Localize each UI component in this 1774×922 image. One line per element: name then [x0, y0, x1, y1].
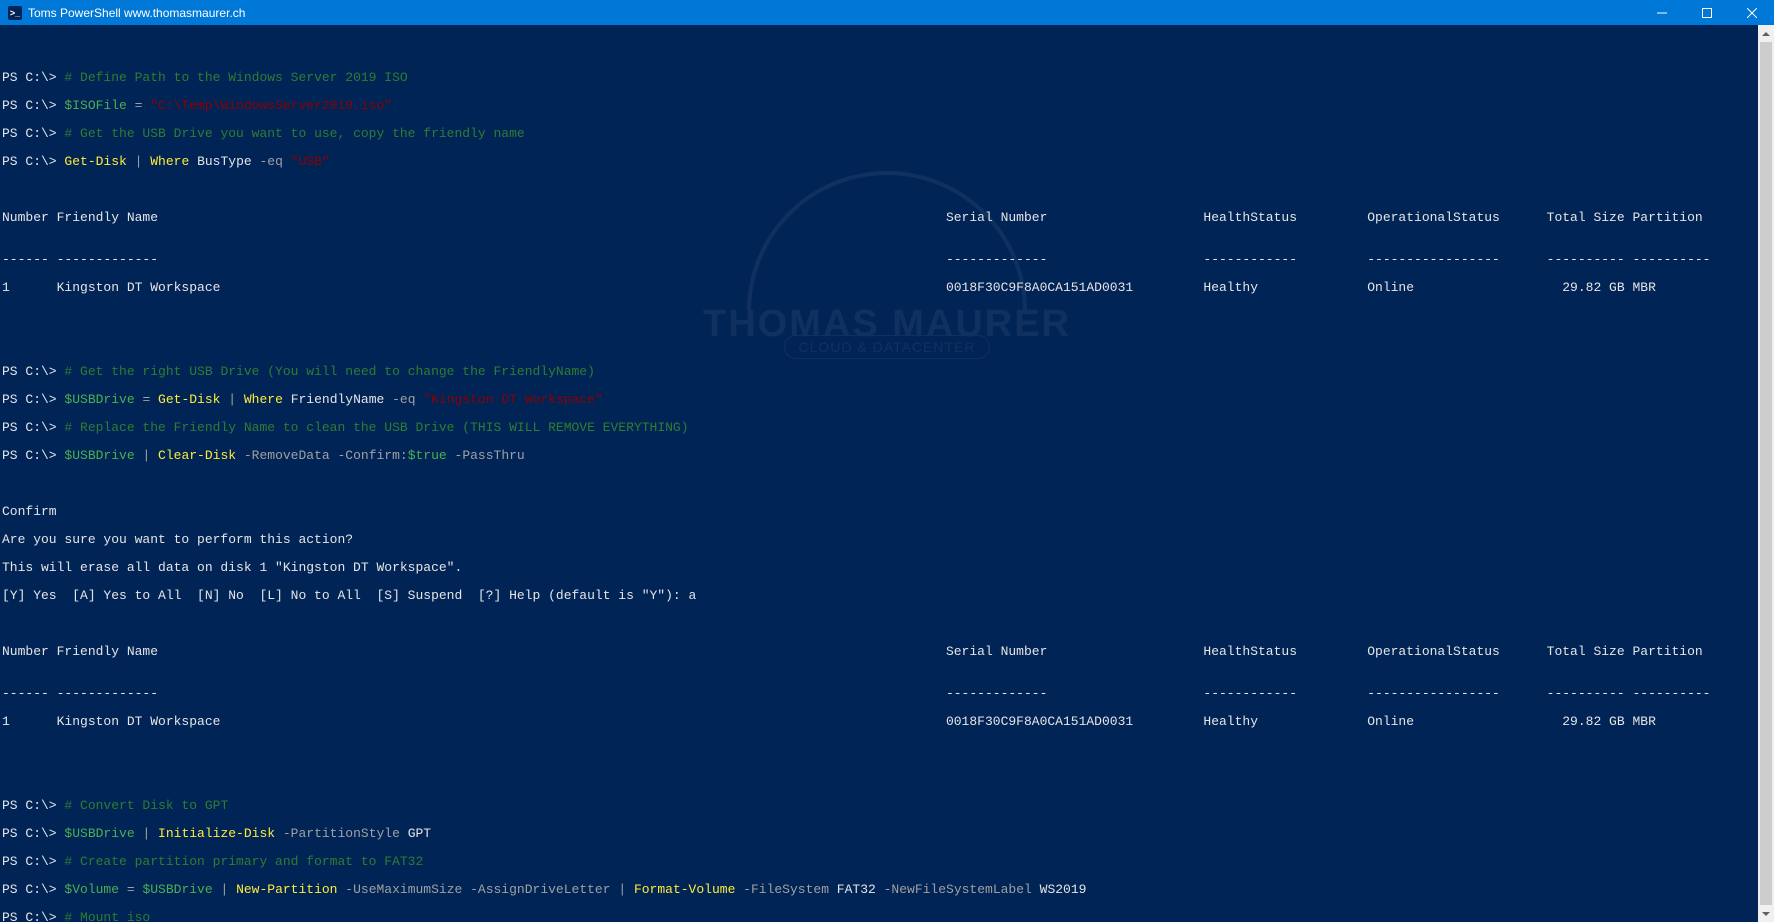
table-header: Number Friendly Name Serial Number Healt…	[2, 211, 1774, 239]
scroll-down-button[interactable]	[1758, 905, 1774, 922]
scrollbar-track[interactable]	[1758, 42, 1774, 905]
terminal-line: PS C:\> # Create partition primary and f…	[2, 855, 1774, 869]
terminal-line: PS C:\> Get-Disk | Where BusType -eq "US…	[2, 155, 1774, 169]
blank-line	[2, 477, 1774, 491]
vertical-scrollbar[interactable]	[1758, 25, 1774, 922]
blank-line	[2, 771, 1774, 785]
table-separator: ------ ------------- ------------- -----…	[2, 687, 1774, 701]
confirm-prompt: This will erase all data on disk 1 "King…	[2, 561, 1774, 575]
scrollbar-thumb[interactable]	[1760, 42, 1772, 905]
table-separator: ------ ------------- ------------- -----…	[2, 253, 1774, 267]
terminal-line: PS C:\> # Get the USB Drive you want to …	[2, 127, 1774, 141]
confirm-prompt: Confirm	[2, 505, 1774, 519]
table-row: 1 Kingston DT Workspace 0018F30C9F8A0CA1…	[2, 715, 1774, 729]
terminal-line: PS C:\> $USBDrive | Initialize-Disk -Par…	[2, 827, 1774, 841]
maximize-button[interactable]	[1684, 0, 1729, 25]
confirm-prompt: Are you sure you want to perform this ac…	[2, 533, 1774, 547]
terminal-line: PS C:\> # Get the right USB Drive (You w…	[2, 365, 1774, 379]
table-row: 1 Kingston DT Workspace 0018F30C9F8A0CA1…	[2, 281, 1774, 295]
confirm-prompt: [Y] Yes [A] Yes to All [N] No [L] No to …	[2, 589, 1774, 603]
chevron-down-icon	[1762, 912, 1770, 916]
title-bar[interactable]: >_ Toms PowerShell www.thomasmaurer.ch	[0, 0, 1774, 25]
terminal-line: PS C:\> $Volume = $USBDrive | New-Partit…	[2, 883, 1774, 897]
terminal-line: PS C:\> # Define Path to the Windows Ser…	[2, 71, 1774, 85]
blank-line	[2, 617, 1774, 631]
minimize-button[interactable]	[1639, 0, 1684, 25]
window-title: Toms PowerShell www.thomasmaurer.ch	[28, 6, 245, 20]
close-button[interactable]	[1729, 0, 1774, 25]
terminal-line: PS C:\> $USBDrive = Get-Disk | Where Fri…	[2, 393, 1774, 407]
scroll-up-button[interactable]	[1758, 25, 1774, 42]
blank-line	[2, 309, 1774, 323]
title-bar-left: >_ Toms PowerShell www.thomasmaurer.ch	[8, 6, 245, 20]
powershell-icon: >_	[8, 6, 22, 20]
terminal-line: PS C:\> # Mount iso	[2, 911, 1774, 922]
terminal-line: PS C:\> # Convert Disk to GPT	[2, 799, 1774, 813]
terminal-line: PS C:\> $USBDrive | Clear-Disk -RemoveDa…	[2, 449, 1774, 463]
blank-line	[2, 183, 1774, 197]
blank-line	[2, 743, 1774, 757]
table-header: Number Friendly Name Serial Number Healt…	[2, 645, 1774, 673]
chevron-up-icon	[1762, 32, 1770, 36]
blank-line	[2, 337, 1774, 351]
terminal-line: PS C:\> $ISOFile = "C:\Temp\WindowsServe…	[2, 99, 1774, 113]
terminal-line: PS C:\> # Replace the Friendly Name to c…	[2, 421, 1774, 435]
terminal-pane[interactable]: THOMAS MAURER CLOUD & DATACENTER PS C:\>…	[0, 25, 1774, 922]
window-controls	[1639, 0, 1774, 25]
